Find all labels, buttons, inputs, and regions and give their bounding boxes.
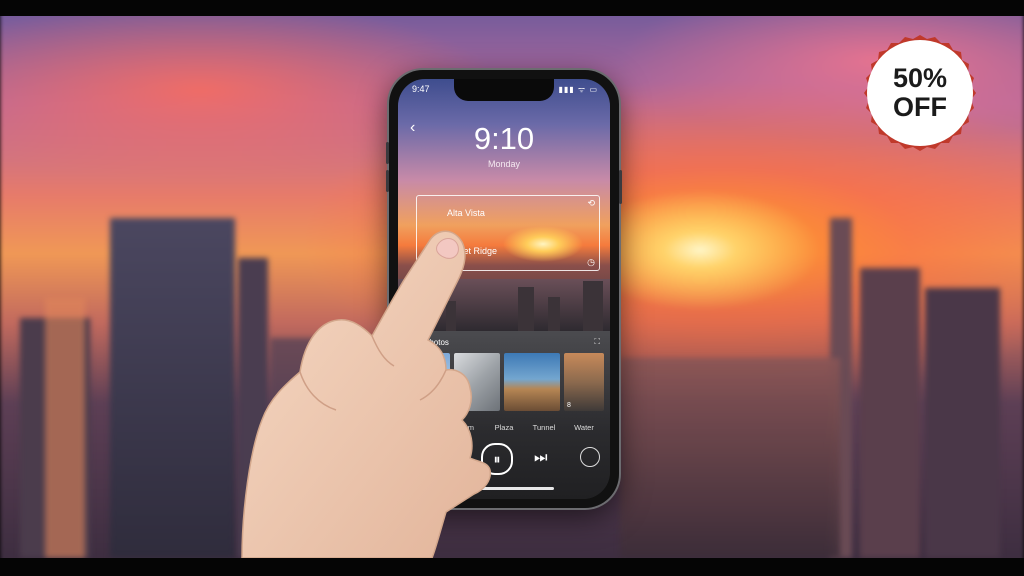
discount-badge: 50% OFF: [860, 33, 980, 153]
thumb-mark: 8: [407, 402, 411, 409]
side-button[interactable]: [619, 170, 622, 204]
building: [548, 297, 560, 331]
thumb-mark: A: [457, 402, 462, 409]
lock-time: 9:10: [473, 121, 535, 156]
clock-icon[interactable]: ◷: [587, 257, 595, 268]
letterbox-bottom: [0, 558, 1024, 576]
building: [238, 258, 268, 558]
thumb-mark: 8: [567, 402, 571, 409]
widget-title: Alta Vista: [447, 208, 485, 218]
thumb-caption: Plaza: [494, 423, 514, 432]
status-icons: ▮▮▮ ᯤ ▭: [558, 85, 598, 94]
status-time: 9:47: [412, 84, 430, 94]
building: [620, 358, 840, 558]
building: [446, 301, 456, 331]
building: [270, 338, 390, 558]
gallery-thumbnail[interactable]: 8: [564, 353, 604, 411]
scene: 50% OFF 9:47 ▮▮▮ ᯤ ▭ ‹ 9:10 Monday Alta: [0, 0, 1024, 576]
city-skyline-photo: [398, 279, 610, 331]
thumb-caption: Tunnel: [532, 423, 556, 432]
gallery-thumbnail[interactable]: 8: [404, 353, 450, 411]
refresh-icon[interactable]: ⟲: [587, 198, 595, 209]
expand-icon[interactable]: ⛶: [594, 337, 600, 347]
building: [110, 218, 235, 558]
thumb-caption: Bridge: [411, 423, 433, 432]
badge-line-1: 50%: [892, 63, 948, 93]
building: [45, 298, 85, 558]
home-indicator[interactable]: [454, 487, 554, 490]
building: [925, 288, 1000, 558]
gallery-thumbnail[interactable]: A: [454, 353, 500, 411]
volume-up-button[interactable]: [386, 142, 389, 164]
thumb-caption: Storm: [453, 423, 474, 432]
volume-down-button[interactable]: [386, 170, 389, 192]
badge-text: 50% OFF: [860, 33, 980, 153]
widget-location: Sunset Ridge: [443, 246, 498, 256]
phone-screen: 9:47 ▮▮▮ ᯤ ▭ ‹ 9:10 Monday Alta Vista Su…: [398, 79, 610, 499]
building: [404, 291, 418, 331]
timer-icon[interactable]: [580, 447, 600, 467]
badge-line-2: OFF: [893, 92, 947, 122]
smartphone: 9:47 ▮▮▮ ᯤ ▭ ‹ 9:10 Monday Alta Vista Su…: [386, 70, 622, 508]
building: [518, 287, 534, 331]
building: [860, 268, 920, 558]
next-icon[interactable]: ⏭: [534, 449, 548, 466]
letterbox-top: [0, 0, 1024, 16]
gallery-label: Photos: [424, 338, 449, 347]
widget-card[interactable]: Alta Vista Sunset Ridge ⟲ ◷: [416, 195, 600, 271]
minus-icon[interactable]: [406, 445, 428, 467]
gallery-panel: Photos ⛶ 8 A 8 Bridge Storm Plaza Tunnel: [398, 331, 610, 499]
previous-icon[interactable]: ⏮: [448, 449, 462, 466]
thumb-caption: Water: [574, 423, 594, 432]
notch: [454, 79, 554, 101]
building: [583, 281, 603, 331]
pause-icon[interactable]: ⏸: [481, 443, 513, 475]
lock-date: Monday: [487, 159, 521, 169]
gallery-thumbnail[interactable]: [504, 353, 560, 411]
